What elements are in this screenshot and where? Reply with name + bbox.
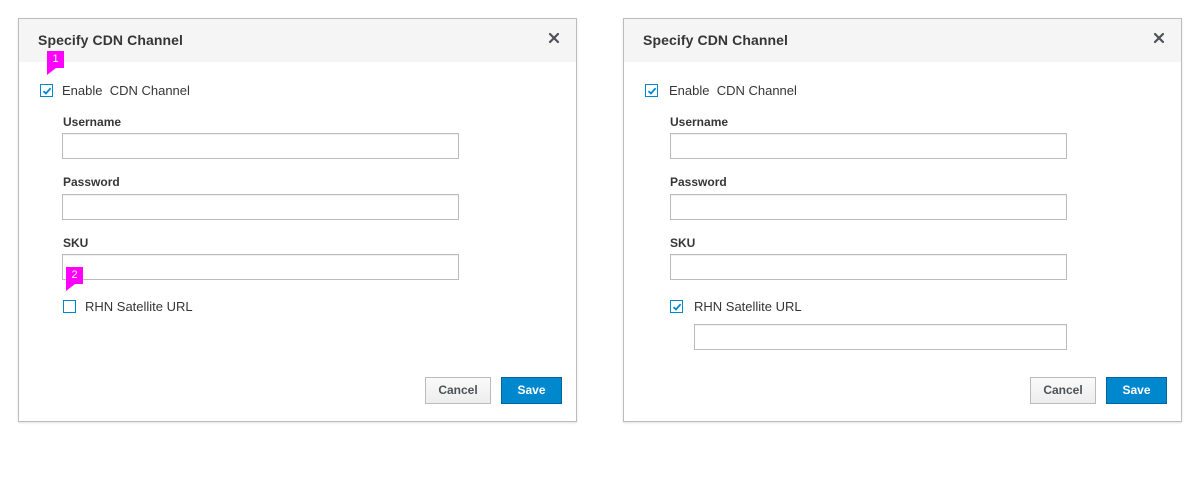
dialog-header: Specify CDN Channel <box>19 19 576 62</box>
username-field[interactable] <box>62 133 459 159</box>
checkmark-icon <box>672 303 682 311</box>
rhn-satellite-url-field[interactable] <box>694 324 1067 350</box>
checkmark-icon <box>647 87 657 95</box>
dialog-title: Specify CDN Channel <box>643 32 789 48</box>
sku-field[interactable] <box>62 254 459 280</box>
canvas: Specify CDN Channel 1 Enable CDN Channel… <box>0 0 1202 479</box>
rhn-satellite-checkbox[interactable] <box>670 300 683 313</box>
enable-cdn-checkbox[interactable] <box>645 84 658 97</box>
rhn-satellite-label: RHN Satellite URL <box>85 299 193 314</box>
rhn-satellite-label: RHN Satellite URL <box>694 299 802 314</box>
dialog-header: Specify CDN Channel <box>624 19 1181 62</box>
cancel-button[interactable]: Cancel <box>1030 377 1096 404</box>
save-button[interactable]: Save <box>1106 377 1167 404</box>
username-label: Username <box>63 115 122 129</box>
cdn-channel-dialog-checked: Specify CDN Channel Enable CDN Channel U… <box>623 18 1182 422</box>
sku-field[interactable] <box>670 254 1067 280</box>
annotation-callout-1: 1 <box>47 51 64 75</box>
username-label: Username <box>670 115 729 129</box>
enable-cdn-label: Enable CDN Channel <box>62 83 190 98</box>
cdn-channel-dialog-unchecked: Specify CDN Channel 1 Enable CDN Channel… <box>18 18 577 422</box>
close-icon[interactable] <box>548 32 560 44</box>
enable-cdn-label: Enable CDN Channel <box>669 83 797 98</box>
cancel-button[interactable]: Cancel <box>425 377 491 404</box>
password-label: Password <box>670 175 727 189</box>
password-label: Password <box>63 175 120 189</box>
rhn-satellite-checkbox[interactable] <box>63 300 76 313</box>
save-button[interactable]: Save <box>501 377 562 404</box>
sku-label: SKU <box>670 236 696 250</box>
username-field[interactable] <box>670 133 1067 159</box>
checkmark-icon <box>42 87 52 95</box>
dialog-title: Specify CDN Channel <box>38 32 184 48</box>
password-field[interactable] <box>62 194 459 220</box>
enable-cdn-checkbox[interactable] <box>40 84 53 97</box>
close-icon[interactable] <box>1153 32 1165 44</box>
annotation-callout-2: 2 <box>66 267 83 291</box>
password-field[interactable] <box>670 194 1067 220</box>
sku-label: SKU <box>63 236 89 250</box>
